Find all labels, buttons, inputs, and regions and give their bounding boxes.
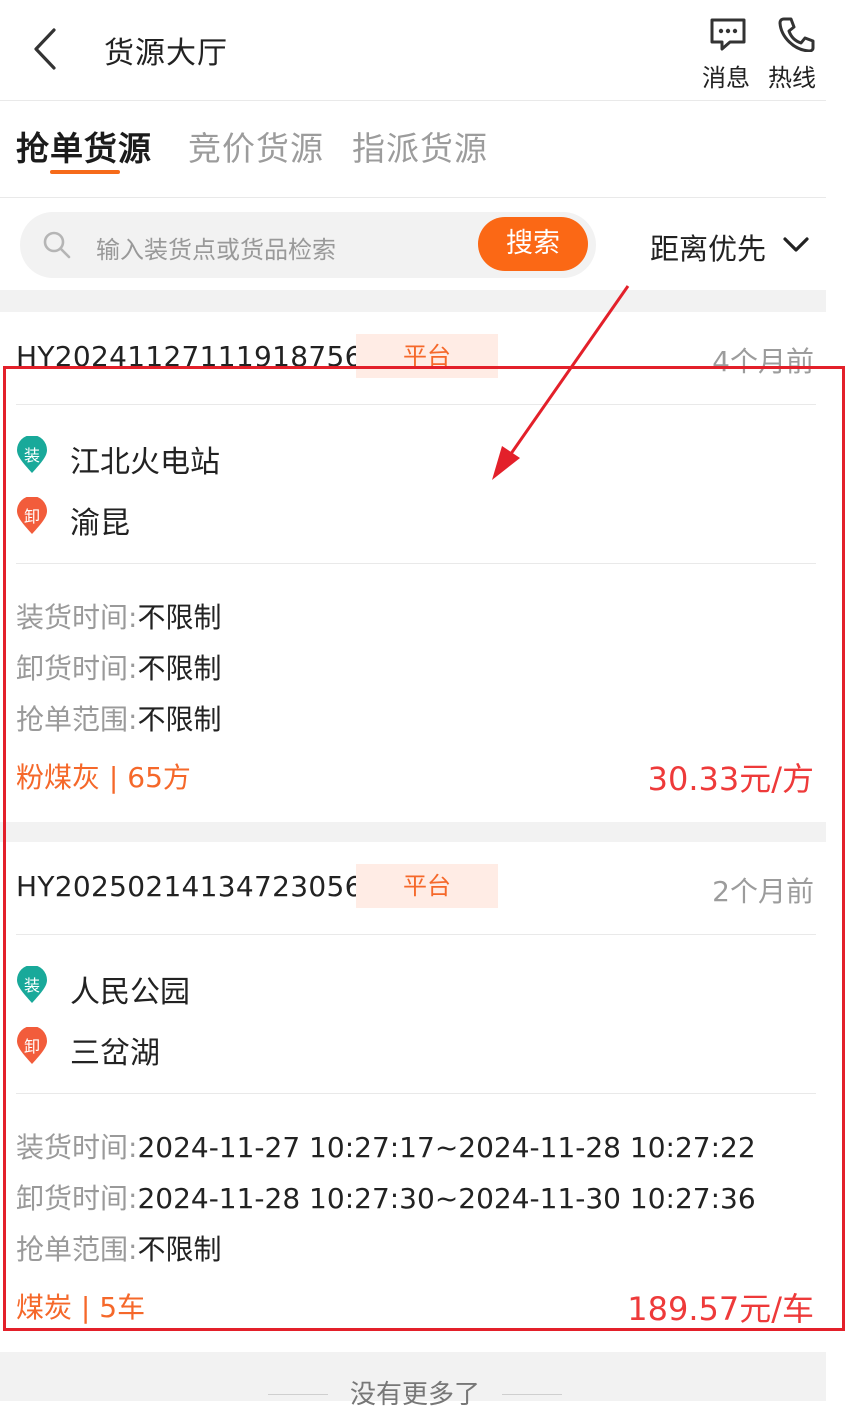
page-title: 货源大厅 (104, 36, 228, 71)
sort-dropdown[interactable]: 距离优先 (650, 226, 766, 268)
message-icon (710, 18, 746, 51)
annotation-arrow-icon (492, 285, 630, 480)
tab-assigned[interactable]: 指派货源 (352, 122, 488, 170)
tab-grab-orders[interactable]: 抢单货源 (16, 122, 152, 170)
hotline-button[interactable]: 热线 (766, 14, 824, 92)
hotline-label: 热线 (768, 64, 816, 92)
messages-button[interactable]: 消息 (700, 14, 754, 92)
no-more-text: 没有更多了 (349, 1380, 480, 1410)
header-divider (0, 100, 826, 101)
search-button[interactable]: 搜索 (478, 217, 588, 271)
search-input[interactable]: 输入装货点或货品检索 (96, 230, 336, 265)
section-gap (0, 290, 826, 312)
back-button[interactable] (30, 26, 70, 72)
messages-label: 消息 (702, 64, 750, 92)
active-tab-indicator (50, 170, 120, 174)
chevron-down-icon[interactable] (782, 234, 810, 256)
chevron-left-icon (34, 28, 56, 70)
search-icon (43, 231, 71, 259)
tab-bidding[interactable]: 竞价货源 (188, 122, 324, 170)
phone-icon (778, 17, 815, 52)
highlight-frame (3, 366, 845, 1331)
tabs-divider (0, 197, 826, 198)
